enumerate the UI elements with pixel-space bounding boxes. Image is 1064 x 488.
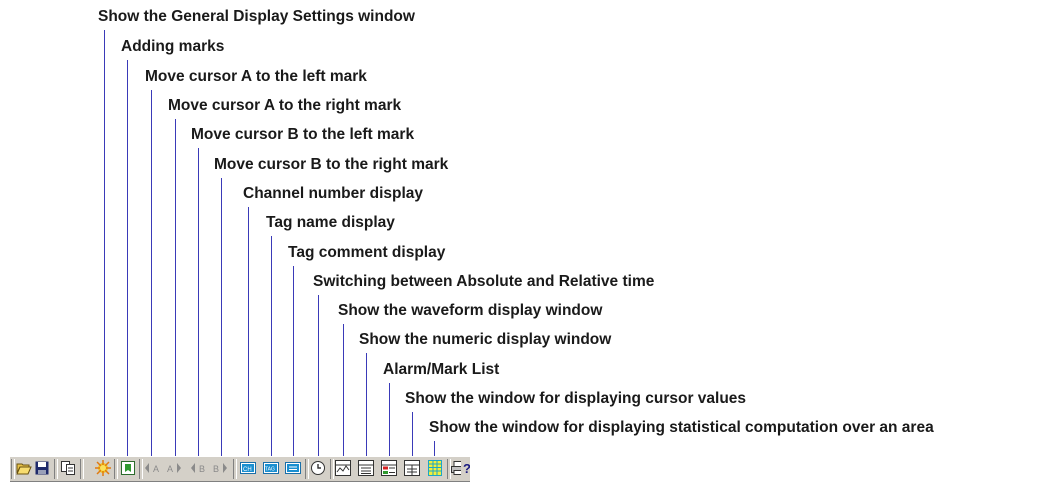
toolbar-separator (139, 459, 143, 479)
leader-line (127, 60, 128, 462)
callout-alarm-mark-list: Alarm/Mark List (383, 361, 500, 378)
waveform-icon[interactable] (335, 460, 351, 476)
leader-line (389, 383, 390, 462)
clock-icon[interactable] (310, 460, 326, 476)
callout-adding-marks: Adding marks (121, 38, 225, 55)
toolbar-separator (305, 459, 309, 479)
add-mark-icon[interactable] (120, 460, 136, 476)
leader-line (318, 295, 319, 462)
callout-cursor-values-window: Show the window for displaying cursor va… (405, 390, 747, 407)
leader-line (104, 30, 105, 462)
callout-general-display-settings: Show the General Display Settings window (98, 8, 415, 25)
copy-icon[interactable] (60, 460, 76, 476)
svg-text:?: ? (463, 461, 470, 476)
svg-text:CH: CH (243, 467, 252, 473)
callout-cursor-a-left: Move cursor A to the left mark (145, 68, 367, 85)
leader-line (412, 412, 413, 462)
tag-name-icon[interactable]: TAG (263, 460, 279, 476)
help-icon[interactable]: ? (463, 460, 470, 476)
cursor-b-left-icon[interactable]: B (190, 460, 206, 476)
cursor-values-icon[interactable] (404, 460, 420, 476)
channel-number-icon[interactable]: CH (240, 460, 256, 476)
callout-cursor-b-right: Move cursor B to the right mark (214, 156, 449, 173)
leader-line (151, 90, 152, 462)
leader-line (198, 148, 199, 462)
callout-tag-comment: Tag comment display (288, 244, 446, 261)
callout-channel-number: Channel number display (243, 185, 424, 202)
statistics-icon[interactable] (427, 460, 443, 476)
alarm-list-icon[interactable] (381, 460, 397, 476)
leader-line (343, 324, 344, 462)
toolbar-separator (330, 459, 334, 479)
toolbar-separator (11, 459, 15, 479)
toolbar: A A B B CH TAG ? (10, 456, 470, 482)
toolbar-separator (114, 459, 118, 479)
cursor-a-right-icon[interactable]: A (166, 460, 182, 476)
toolbar-separator (233, 459, 237, 479)
display-settings-icon[interactable] (95, 460, 111, 476)
svg-text:A: A (167, 464, 173, 474)
callout-waveform-window: Show the waveform display window (338, 302, 603, 319)
leader-line (248, 207, 249, 462)
svg-text:TAG: TAG (265, 467, 275, 473)
tag-comment-icon[interactable] (285, 460, 301, 476)
leader-line (366, 353, 367, 462)
leader-line (221, 178, 222, 462)
toolbar-separator (54, 459, 58, 479)
callout-cursor-b-left: Move cursor B to the left mark (191, 126, 415, 143)
callout-tag-name: Tag name display (266, 214, 395, 231)
svg-text:B: B (199, 464, 205, 474)
print-icon[interactable] (451, 460, 461, 476)
svg-text:A: A (153, 464, 159, 474)
leader-line (293, 266, 294, 462)
callout-cursor-a-right: Move cursor A to the right mark (168, 97, 402, 114)
callout-numeric-window: Show the numeric display window (359, 331, 612, 348)
cursor-a-left-icon[interactable]: A (144, 460, 160, 476)
toolbar-separator (80, 459, 84, 479)
numeric-icon[interactable] (358, 460, 374, 476)
cursor-b-right-icon[interactable]: B (212, 460, 228, 476)
save-disk-icon[interactable] (34, 460, 50, 476)
callout-statistics-window: Show the window for displaying statistic… (429, 419, 934, 436)
svg-text:B: B (213, 464, 219, 474)
callout-abs-rel-time: Switching between Absolute and Relative … (313, 273, 655, 290)
open-folder-icon[interactable] (16, 460, 32, 476)
leader-line (175, 119, 176, 462)
leader-line (271, 236, 272, 462)
